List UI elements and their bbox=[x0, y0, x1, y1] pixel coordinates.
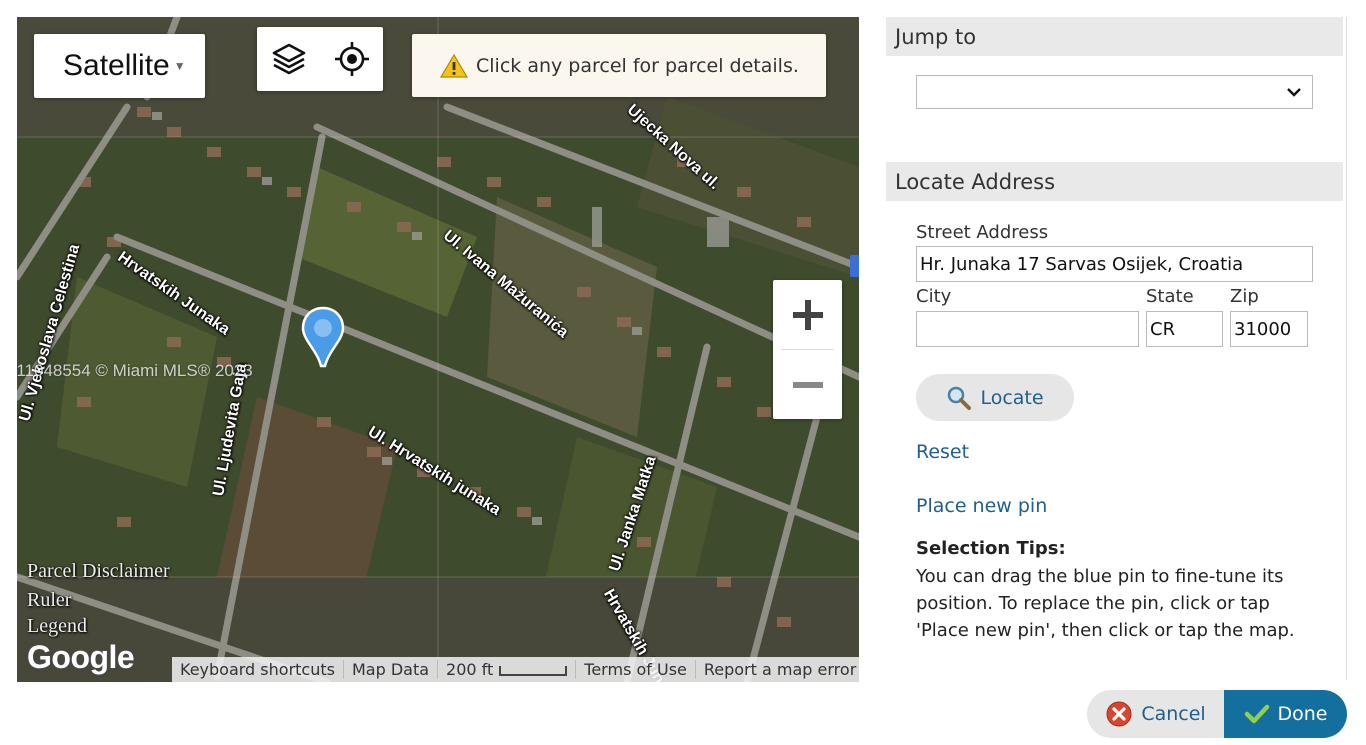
location-pin[interactable] bbox=[301, 306, 345, 372]
map-edge-badge bbox=[850, 255, 859, 277]
cancel-button[interactable]: Cancel bbox=[1087, 690, 1224, 738]
reset-link[interactable]: Reset bbox=[916, 441, 969, 463]
zoom-out-button[interactable] bbox=[773, 350, 842, 419]
checkmark-icon bbox=[1244, 703, 1270, 725]
zip-input[interactable]: 31000 bbox=[1230, 311, 1308, 347]
street-address-input[interactable]: Hr. Junaka 17 Sarvas Osijek, Croatia bbox=[916, 246, 1313, 282]
mls-watermark: A11048554 © Miami MLS® 2023 bbox=[17, 361, 253, 380]
scale-label: 200 ft bbox=[446, 660, 494, 679]
city-label: City bbox=[916, 286, 952, 307]
map-attribution-bar: Keyboard shortcuts Map Data 200 ft Terms… bbox=[172, 657, 859, 682]
place-new-pin-link[interactable]: Place new pin bbox=[916, 495, 1047, 517]
report-map-error-link[interactable]: Report a map error bbox=[694, 660, 859, 679]
street-address-label: Street Address bbox=[916, 222, 1049, 243]
cancel-button-label: Cancel bbox=[1141, 703, 1206, 725]
done-button[interactable]: Done bbox=[1224, 690, 1347, 738]
ruler-link[interactable]: Ruler bbox=[27, 589, 71, 612]
selection-tips-text: You can drag the blue pin to fine-tune i… bbox=[916, 566, 1295, 641]
done-button-label: Done bbox=[1277, 703, 1328, 725]
map-data-link[interactable]: Map Data bbox=[342, 660, 437, 679]
jump-to-header: Jump to bbox=[886, 17, 1343, 56]
state-input[interactable]: CR bbox=[1146, 311, 1223, 347]
dialog-actions: Cancel Done bbox=[1087, 690, 1347, 738]
parcel-disclaimer-link[interactable]: Parcel Disclaimer bbox=[27, 560, 170, 583]
magnifier-icon bbox=[946, 385, 972, 411]
warning-icon bbox=[440, 53, 468, 79]
terms-of-use-link[interactable]: Terms of Use bbox=[575, 660, 695, 679]
locate-button-label: Locate bbox=[980, 386, 1044, 409]
zoom-in-button[interactable] bbox=[773, 280, 842, 349]
my-location-button[interactable] bbox=[330, 37, 374, 81]
keyboard-shortcuts-link[interactable]: Keyboard shortcuts bbox=[172, 660, 343, 679]
chevron-down-icon bbox=[1287, 88, 1301, 97]
legend-link[interactable]: Legend bbox=[27, 615, 87, 638]
google-logo: Google bbox=[27, 639, 135, 675]
cancel-x-icon bbox=[1105, 700, 1133, 728]
parcel-hint-banner: Click any parcel for parcel details. bbox=[412, 34, 826, 97]
minus-icon bbox=[792, 381, 823, 388]
layers-icon bbox=[272, 43, 305, 75]
city-input[interactable] bbox=[916, 311, 1139, 347]
map-pin-icon bbox=[301, 306, 345, 368]
state-label: State bbox=[1146, 286, 1194, 307]
zip-label: Zip bbox=[1230, 286, 1259, 307]
locate-address-header: Locate Address bbox=[886, 162, 1343, 201]
zoom-control bbox=[773, 280, 842, 419]
map-tools bbox=[257, 27, 383, 91]
hint-text: Click any parcel for parcel details. bbox=[476, 54, 799, 77]
layers-button[interactable] bbox=[267, 37, 311, 81]
map-view[interactable]: Hrvatskih Junaka Ul. Ivana Mažuranića Ul… bbox=[17, 17, 859, 682]
scale-indicator[interactable]: 200 ft bbox=[437, 660, 575, 679]
scale-bar bbox=[499, 665, 568, 676]
locate-button[interactable]: Locate bbox=[916, 374, 1074, 421]
jump-to-select[interactable] bbox=[916, 75, 1313, 109]
map-type-dropdown[interactable]: Satellite ▼ bbox=[34, 34, 205, 98]
side-panel: Jump to Locate Address Street Address Hr… bbox=[883, 17, 1347, 680]
caret-down-icon: ▼ bbox=[173, 59, 186, 73]
map-type-label: Satellite bbox=[63, 49, 170, 82]
selection-tips-title: Selection Tips: bbox=[916, 538, 1066, 559]
crosshair-icon bbox=[334, 42, 369, 76]
plus-icon bbox=[792, 299, 823, 330]
